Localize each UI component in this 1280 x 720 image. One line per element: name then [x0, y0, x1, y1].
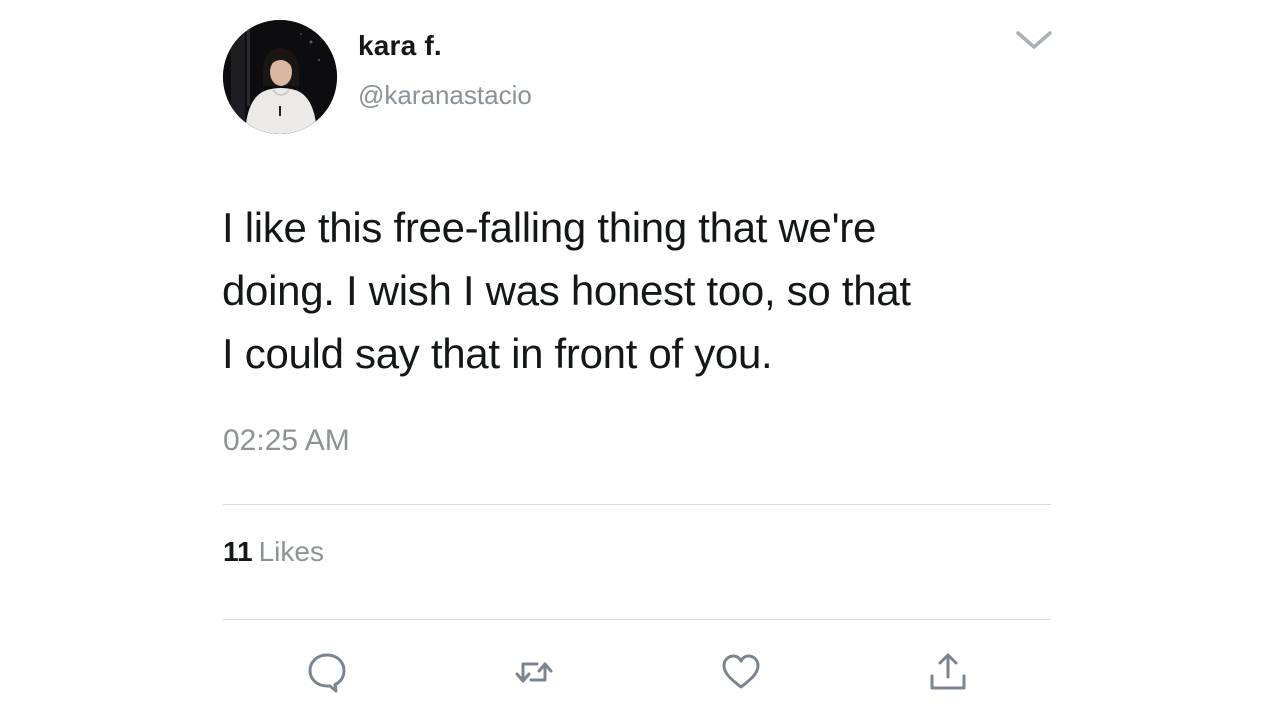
- likes-label: Likes: [258, 536, 324, 567]
- reply-button[interactable]: [305, 650, 349, 694]
- retweet-button[interactable]: [512, 650, 556, 694]
- tweet-text-line: I could say that in front of you.: [222, 330, 773, 377]
- more-options-button[interactable]: [1012, 26, 1056, 54]
- share-icon: [930, 653, 966, 690]
- tweet-text: I like this free-falling thing that we'r…: [222, 196, 1062, 385]
- divider: [223, 504, 1051, 505]
- likes-count: 11: [223, 536, 253, 567]
- like-button[interactable]: [719, 650, 763, 694]
- tweet-page: kara f. @karanastacio I like this free-f…: [0, 0, 1280, 720]
- retweet-icon: [515, 662, 553, 683]
- tweet-text-line: doing. I wish I was honest too, so that: [222, 267, 911, 314]
- tweet-text-line: I like this free-falling thing that we'r…: [222, 204, 877, 251]
- share-button[interactable]: [926, 650, 970, 694]
- avatar[interactable]: [223, 20, 337, 134]
- user-handle[interactable]: @karanastacio: [358, 80, 532, 111]
- display-name[interactable]: kara f.: [358, 30, 442, 62]
- timestamp[interactable]: 02:25 AM: [223, 424, 350, 458]
- comment-bubble-icon: [308, 653, 346, 693]
- heart-icon: [722, 654, 760, 689]
- likes-count-link[interactable]: 11 Likes: [223, 536, 324, 568]
- divider: [223, 619, 1051, 620]
- profile-photo: [223, 20, 337, 134]
- chevron-down-icon: [1016, 31, 1052, 49]
